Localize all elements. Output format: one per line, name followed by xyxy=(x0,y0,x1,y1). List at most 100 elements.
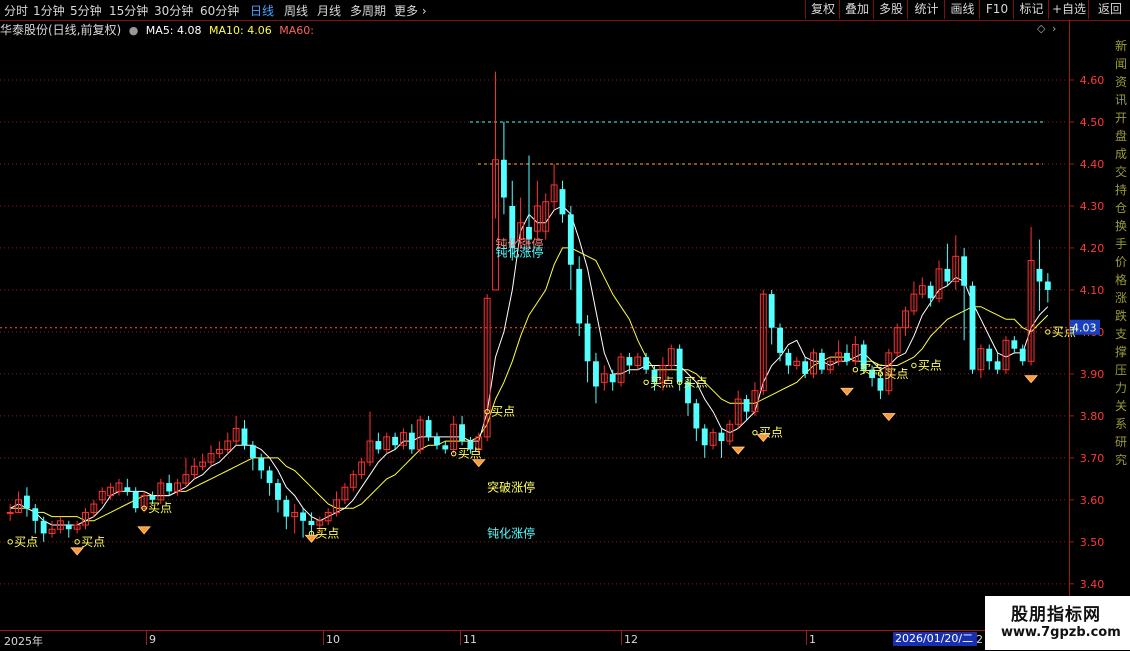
candle-body-down[interactable] xyxy=(818,352,825,370)
settings-gear-icon[interactable]: ● xyxy=(129,24,139,37)
buy-signal-dot xyxy=(1045,329,1051,335)
candle-body-down[interactable] xyxy=(408,432,415,450)
candle-body-down[interactable] xyxy=(149,495,156,500)
candle-body-down[interactable] xyxy=(249,445,256,458)
side-panel-char: 系 xyxy=(1115,417,1127,431)
candle-body-down[interactable] xyxy=(609,373,616,383)
candle-body-down[interactable] xyxy=(23,495,30,509)
candle-body-down[interactable] xyxy=(132,491,139,509)
candle-body-down[interactable] xyxy=(676,348,683,383)
buy-signal-label: 买点 xyxy=(684,375,708,389)
date-tick xyxy=(460,631,461,645)
candle-body-down[interactable] xyxy=(701,428,708,446)
candle-body-down[interactable] xyxy=(442,445,449,450)
candle-body-down[interactable] xyxy=(375,441,382,450)
candle-body-down[interactable] xyxy=(927,285,934,299)
diamond-icon[interactable]: ◇ xyxy=(1037,22,1045,35)
period-tab-1min[interactable]: 1分钟 xyxy=(33,2,65,19)
period-tab-5min[interactable]: 5分钟 xyxy=(70,2,102,19)
candle-body-down[interactable] xyxy=(944,268,951,282)
period-tab-daily[interactable]: 日线 xyxy=(250,2,274,19)
price-tick-label: 3.90 xyxy=(1080,368,1105,381)
candle-body-down[interactable] xyxy=(593,361,599,387)
indicator-header: 华泰股份(日线,前复权) ● MA5: 4.08 MA10: 4.06 MA60… xyxy=(0,21,318,37)
candle-body-up[interactable] xyxy=(6,511,14,514)
period-tab-monthly[interactable]: 月线 xyxy=(317,2,341,19)
limit-up-label: 突破涨停 xyxy=(487,479,535,494)
period-tab-weekly[interactable]: 周线 xyxy=(284,2,308,19)
date-label-2025: 2025年 xyxy=(4,635,43,648)
candle-body-down[interactable] xyxy=(40,520,47,534)
candle-body-down[interactable] xyxy=(986,348,993,362)
ma60-value: MA60: xyxy=(279,24,314,37)
buy-signal-label: 买点 xyxy=(1052,325,1076,339)
candle-body-down[interactable] xyxy=(693,403,700,429)
period-tab-60min[interactable]: 60分钟 xyxy=(200,2,239,19)
candle-body-down[interactable] xyxy=(643,357,650,370)
price-tick-label: 3.50 xyxy=(1080,536,1105,549)
candle-body-down[interactable] xyxy=(32,508,39,521)
add-watchlist-button[interactable]: +自选 xyxy=(1048,0,1089,19)
candle-body-down[interactable] xyxy=(308,520,315,526)
mark-button[interactable]: 标记 xyxy=(1013,0,1049,19)
candle-body-down[interactable] xyxy=(802,361,809,374)
overlay-button[interactable]: 叠加 xyxy=(839,0,874,19)
candle-body-down[interactable] xyxy=(241,428,248,446)
buy-signal-label: 买点 xyxy=(859,363,883,377)
period-tab-30min[interactable]: 30分钟 xyxy=(154,2,193,19)
candle-body-down[interactable] xyxy=(969,285,976,370)
candle-body-down[interactable] xyxy=(1019,348,1026,362)
candle-body-down[interactable] xyxy=(300,512,306,521)
candle-body-down[interactable] xyxy=(584,323,591,362)
stock-title: 华泰股份(日线,前复权) xyxy=(0,23,122,37)
side-panel-char: 盘 xyxy=(1115,128,1127,143)
candle-body-down[interactable] xyxy=(459,424,465,442)
candle-body-down[interactable] xyxy=(65,525,72,530)
candle-body-down[interactable] xyxy=(785,352,792,366)
draw-line-button[interactable]: 画线 xyxy=(944,0,980,19)
expand-toggle-icon[interactable]: › xyxy=(1052,22,1056,35)
buy-signal-dot xyxy=(74,539,80,545)
candle-body-down[interactable] xyxy=(559,189,566,215)
f10-button[interactable]: F10 xyxy=(979,0,1014,19)
candle-body-down[interactable] xyxy=(844,352,850,362)
candle-body-down[interactable] xyxy=(1036,268,1043,282)
period-tab-15min[interactable]: 15分钟 xyxy=(109,2,148,19)
candle-body-down[interactable] xyxy=(425,420,432,437)
period-tab-more[interactable]: 更多 › xyxy=(394,2,427,19)
candle-body-down[interactable] xyxy=(124,487,131,492)
candle-body-down[interactable] xyxy=(877,378,884,391)
stats-button[interactable]: 统计 xyxy=(907,0,945,19)
candle-body-down[interactable] xyxy=(283,499,290,517)
candle-body-down[interactable] xyxy=(768,294,775,328)
price-tick-label: 4.50 xyxy=(1080,116,1105,129)
candle-body-down[interactable] xyxy=(166,483,173,492)
candle-body-down[interactable] xyxy=(777,327,783,353)
candle-body-down[interactable] xyxy=(576,268,583,324)
candle-body-down[interactable] xyxy=(718,432,725,442)
candle-body-down[interactable] xyxy=(1011,340,1018,349)
candle-body-down[interactable] xyxy=(994,361,1001,370)
candle-body-down[interactable] xyxy=(626,357,633,366)
candle-body-down[interactable] xyxy=(743,399,750,412)
candle-body-down[interactable] xyxy=(258,457,265,471)
gem-marker-icon xyxy=(471,459,486,468)
period-tab-multi[interactable]: 多周期 xyxy=(350,2,386,19)
side-panel-char: 涨 xyxy=(1115,290,1127,305)
adjust-button[interactable]: 复权 xyxy=(805,0,840,19)
candle-body-down[interactable] xyxy=(275,483,281,500)
candle-body-down[interactable] xyxy=(266,470,273,484)
multi-stock-button[interactable]: 多股 xyxy=(873,0,908,19)
side-panel-char: 仓 xyxy=(1115,201,1127,215)
back-button[interactable]: 返回 xyxy=(1088,0,1130,19)
candlestick-chart[interactable]: 4.604.504.404.304.204.104.003.903.803.70… xyxy=(0,38,1130,630)
candle-body-down[interactable] xyxy=(961,256,968,286)
price-tick-label: 3.80 xyxy=(1080,410,1105,423)
candle-body-down[interactable] xyxy=(392,436,399,446)
candle-body-down[interactable] xyxy=(567,214,574,265)
period-tab-intraday[interactable]: 分时 xyxy=(4,2,28,19)
candle-body-down[interactable] xyxy=(434,436,440,446)
candle-body-down[interactable] xyxy=(1044,281,1051,290)
candle-body-down[interactable] xyxy=(500,159,507,198)
limit-up-label: 钝化涨停 xyxy=(496,244,544,259)
